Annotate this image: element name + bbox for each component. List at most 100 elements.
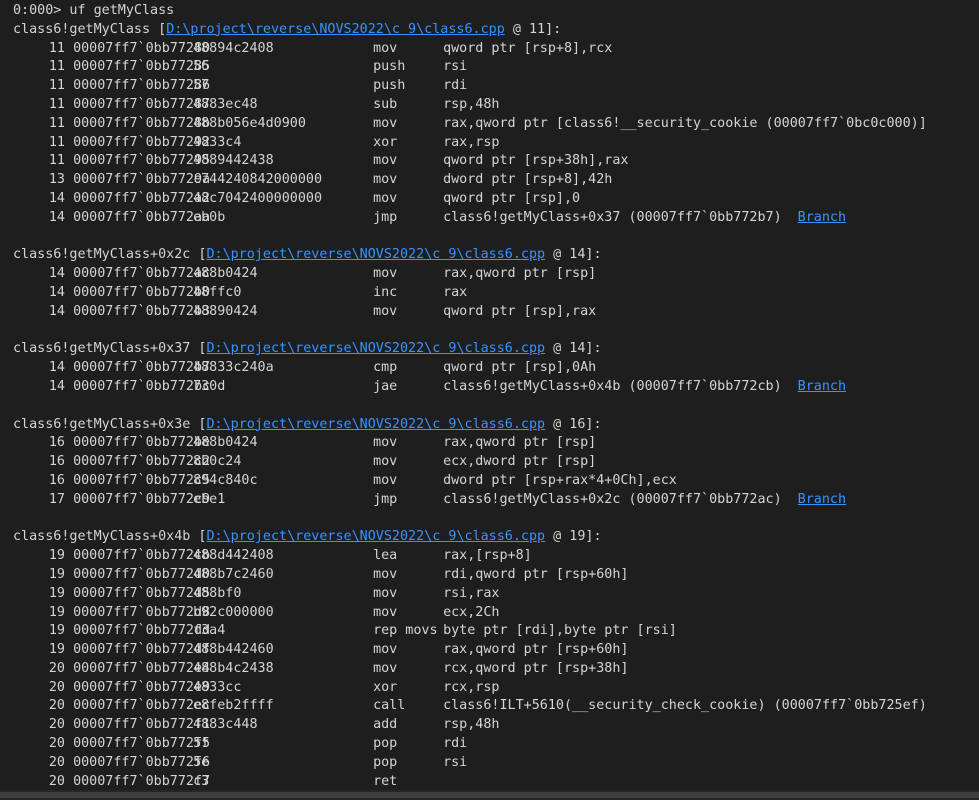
branch-link[interactable]: Branch	[798, 492, 846, 507]
operands: class6!ILT+5610(__security_check_cookie)…	[443, 698, 927, 714]
source-line-number: 11	[48, 96, 65, 112]
operands: qword ptr [rsp],rax	[443, 303, 597, 319]
operands: class6!getMyClass+0x4b (00007ff7`0bb772c…	[443, 378, 782, 394]
operands: qword ptr [rsp],0	[443, 190, 581, 206]
disasm-row: 20 00007ff7`0bb772f7c3 ret	[13, 773, 979, 792]
disasm-row: 11 00007ff7`0bb7728b488b056e4d0900 mov rax…	[13, 115, 979, 134]
source-line-number: 11	[48, 153, 65, 169]
instruction-address: 00007ff7`0bb77285	[73, 59, 211, 75]
source-line-ref: @ 16]:	[553, 416, 602, 432]
operands: rdi,qword ptr [rsp+60h]	[443, 566, 629, 582]
source-line-number: 14	[48, 284, 65, 300]
mnemonic: mov	[373, 604, 398, 620]
instruction-address: 00007ff7`0bb77280	[73, 40, 211, 56]
opcode-bytes: 57	[193, 78, 210, 94]
block-header: class6!getMyClass+0x4b [D:\project\rever…	[13, 529, 602, 545]
operands: ecx,2Ch	[443, 604, 500, 620]
mnemonic: lea	[373, 548, 398, 564]
source-line-number: 14	[48, 266, 65, 282]
source-file-link[interactable]: D:\project\reverse\NOVS2022\c 9\class6.c…	[207, 247, 546, 262]
instruction-address: 00007ff7`0bb7728b	[73, 115, 211, 131]
disasm-row: 13 00007ff7`0bb7729ac744240842000000 mov d…	[13, 171, 979, 190]
opcode-bytes: 488b442460	[193, 642, 274, 658]
operands: rsp,48h	[443, 96, 500, 112]
disasm-row: 16 00007ff7`0bb772c5894c840c mov dword ptr…	[13, 472, 979, 491]
operands: class6!getMyClass+0x37 (00007ff7`0bb772b…	[443, 209, 782, 225]
instruction-address: 00007ff7`0bb77287	[73, 96, 211, 112]
instruction-address: 00007ff7`0bb772b7	[73, 360, 211, 376]
operands: rdi	[443, 78, 468, 94]
mnemonic: sub	[373, 96, 398, 112]
disasm-row: 14 00007ff7`0bb772aaeb0b jmp class6!getMyC…	[13, 209, 979, 228]
opcode-bytes: 5e	[193, 754, 210, 770]
scrollbar-thumb[interactable]	[0, 792, 979, 798]
opcode-bytes: eb0b	[193, 209, 226, 225]
mnemonic: add	[373, 717, 398, 733]
disasm-row: 20 00007ff7`0bb772e4488b4c2438 mov rcx,qwo…	[13, 660, 979, 679]
source-line-number: 14	[48, 378, 65, 394]
disasm-row: 14 00007ff7`0bb772ac488b0424 mov rax,qword…	[13, 265, 979, 284]
disasm-row: 19 00007ff7`0bb772d0488b7c2460 mov rdi,qwo…	[13, 566, 979, 585]
debugger-console: 0:000> uf getMyClass class6!getMyClass […	[0, 0, 979, 800]
branch-link[interactable]: Branch	[798, 210, 846, 225]
instruction-address: 00007ff7`0bb772c5	[73, 472, 211, 488]
source-line-number: 16	[48, 435, 65, 451]
instruction-address: 00007ff7`0bb772d8	[73, 604, 211, 620]
instruction-address: 00007ff7`0bb77295	[73, 153, 211, 169]
mnemonic: jmp	[373, 491, 398, 507]
mnemonic: pop	[373, 736, 398, 752]
disasm-row: 11 00007ff7`0bb7728556 push rsi	[13, 58, 979, 77]
operands: rax,qword ptr [class6!__security_cookie …	[443, 115, 927, 131]
source-line-number: 20	[48, 717, 65, 733]
mnemonic: ret	[373, 773, 398, 789]
block-header: class6!getMyClass+0x2c [D:\project\rever…	[13, 247, 602, 263]
instruction-address: 00007ff7`0bb772f6	[73, 754, 211, 770]
source-file-link[interactable]: D:\project\reverse\NOVS2022\c 9\class6.c…	[207, 529, 546, 544]
disasm-row: 20 00007ff7`0bb772f14883c448 add rsp,48h	[13, 716, 979, 735]
source-file-link[interactable]: D:\project\reverse\NOVS2022\c 9\class6.c…	[207, 417, 546, 432]
disassembly-listing: class6!getMyClass [D:\project\reverse\NO…	[13, 21, 979, 792]
disasm-row: 20 00007ff7`0bb772f65e pop rsi	[13, 754, 979, 773]
mnemonic: mov	[373, 153, 398, 169]
opcode-bytes: 488bf0	[193, 585, 242, 601]
opcode-bytes: 56	[193, 59, 210, 75]
source-line-ref: @ 14]:	[553, 247, 602, 263]
source-line-number: 20	[48, 698, 65, 714]
block-header: class6!getMyClass [D:\project\reverse\NO…	[13, 21, 562, 37]
opcode-bytes: 488b4c2438	[193, 660, 274, 676]
source-line-number: 11	[48, 78, 65, 94]
source-line-number: 19	[48, 566, 65, 582]
source-line-ref: @ 11]:	[512, 21, 562, 37]
opcode-bytes: ebe1	[193, 491, 226, 507]
opcode-bytes: e8feb2ffff	[193, 698, 274, 714]
mnemonic: mov	[373, 435, 398, 451]
instruction-address: 00007ff7`0bb7729a	[73, 172, 211, 188]
instruction-address: 00007ff7`0bb772d0	[73, 566, 211, 582]
operands: rsi,rax	[443, 585, 500, 601]
mnemonic: mov	[373, 642, 398, 658]
source-line-number: 11	[48, 59, 65, 75]
horizontal-scrollbar[interactable]	[0, 790, 979, 800]
source-file-link[interactable]: D:\project\reverse\NOVS2022\c 9\class6.c…	[207, 341, 546, 356]
operands: rsp,48h	[443, 717, 500, 733]
source-line-number: 20	[48, 679, 65, 695]
operands: rax,rsp	[443, 134, 500, 150]
source-line-number: 13	[48, 172, 65, 188]
mnemonic: xor	[373, 679, 398, 695]
instruction-address: 00007ff7`0bb772c9	[73, 491, 211, 507]
opcode-bytes: 48894c2408	[193, 40, 274, 56]
source-file-link[interactable]: D:\project\reverse\NOVS2022\c 9\class6.c…	[166, 22, 505, 37]
source-line-number: 19	[48, 548, 65, 564]
disasm-row: 11 00007ff7`0bb7728657 push rdi	[13, 77, 979, 96]
opcode-bytes: 48833c240a	[193, 360, 274, 376]
branch-link[interactable]: Branch	[798, 379, 846, 394]
disasm-row: 20 00007ff7`0bb772ece8feb2ffff call class6…	[13, 697, 979, 716]
opcode-bytes: 48c7042400000000	[193, 190, 323, 206]
operands: rcx,qword ptr [rsp+38h]	[443, 660, 629, 676]
instruction-address: 00007ff7`0bb772bc	[73, 378, 211, 394]
block-label: class6!getMyClass+0x2c	[13, 247, 191, 263]
disasm-row: 11 00007ff7`0bb7728048894c2408 mov qword p…	[13, 40, 979, 59]
block-header: class6!getMyClass+0x37 [D:\project\rever…	[13, 341, 602, 357]
mnemonic: jae	[373, 378, 398, 394]
